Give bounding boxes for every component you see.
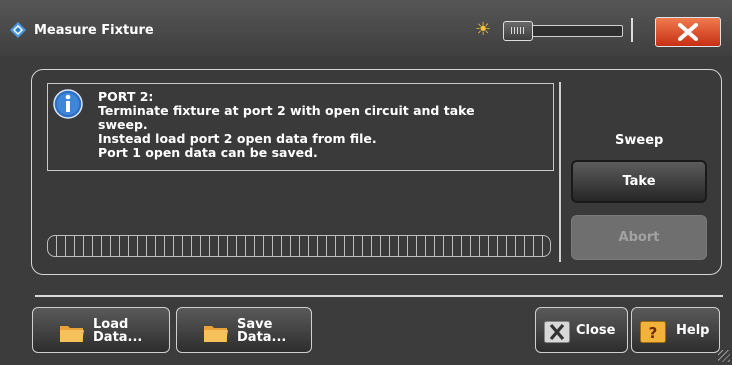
window-close-button[interactable]	[655, 17, 721, 47]
sun-icon: ☀	[475, 19, 492, 40]
message-line: sweep.	[98, 117, 148, 132]
abort-button: Abort	[571, 215, 707, 260]
brightness-slider-thumb[interactable]	[503, 21, 533, 41]
close-label: Close	[576, 323, 616, 338]
footer-separator	[35, 295, 723, 297]
help-button[interactable]: ? Help	[631, 307, 720, 353]
folder-icon	[204, 326, 228, 342]
measure-fixture-dialog: Measure Fixture ☀ PORT 2: Terminate fixt…	[0, 0, 732, 365]
close-icon	[544, 321, 570, 343]
load-label-line2: Data...	[93, 330, 143, 345]
group-separator	[559, 82, 561, 262]
message-line: Port 1 open data can be saved.	[98, 145, 318, 160]
load-data-button[interactable]: Load Data...	[32, 307, 170, 353]
window-title: Measure Fixture	[34, 23, 154, 38]
close-button[interactable]: Close	[535, 307, 628, 353]
save-label-line2: Data...	[237, 330, 287, 345]
rs-diamond-icon	[10, 22, 26, 38]
take-button[interactable]: Take	[571, 160, 707, 203]
sweep-label: Sweep	[615, 133, 664, 148]
save-data-button[interactable]: Save Data...	[176, 307, 312, 353]
message-text: PORT 2: Terminate fixture at port 2 with…	[98, 90, 475, 160]
help-label: Help	[676, 323, 710, 338]
title-separator	[631, 18, 633, 42]
title-bar[interactable]: Measure Fixture ☀	[0, 0, 732, 56]
progress-bar	[47, 235, 551, 257]
close-x-icon	[678, 23, 698, 41]
info-icon	[53, 89, 83, 119]
message-line: PORT 2:	[98, 89, 154, 104]
message-line: Instead load port 2 open data from file.	[98, 131, 377, 146]
svg-text:?: ?	[649, 324, 658, 342]
help-icon: ?	[640, 321, 666, 343]
message-line: Terminate fixture at port 2 with open ci…	[98, 103, 475, 118]
folder-icon	[60, 326, 84, 342]
resize-grip[interactable]	[718, 350, 730, 362]
